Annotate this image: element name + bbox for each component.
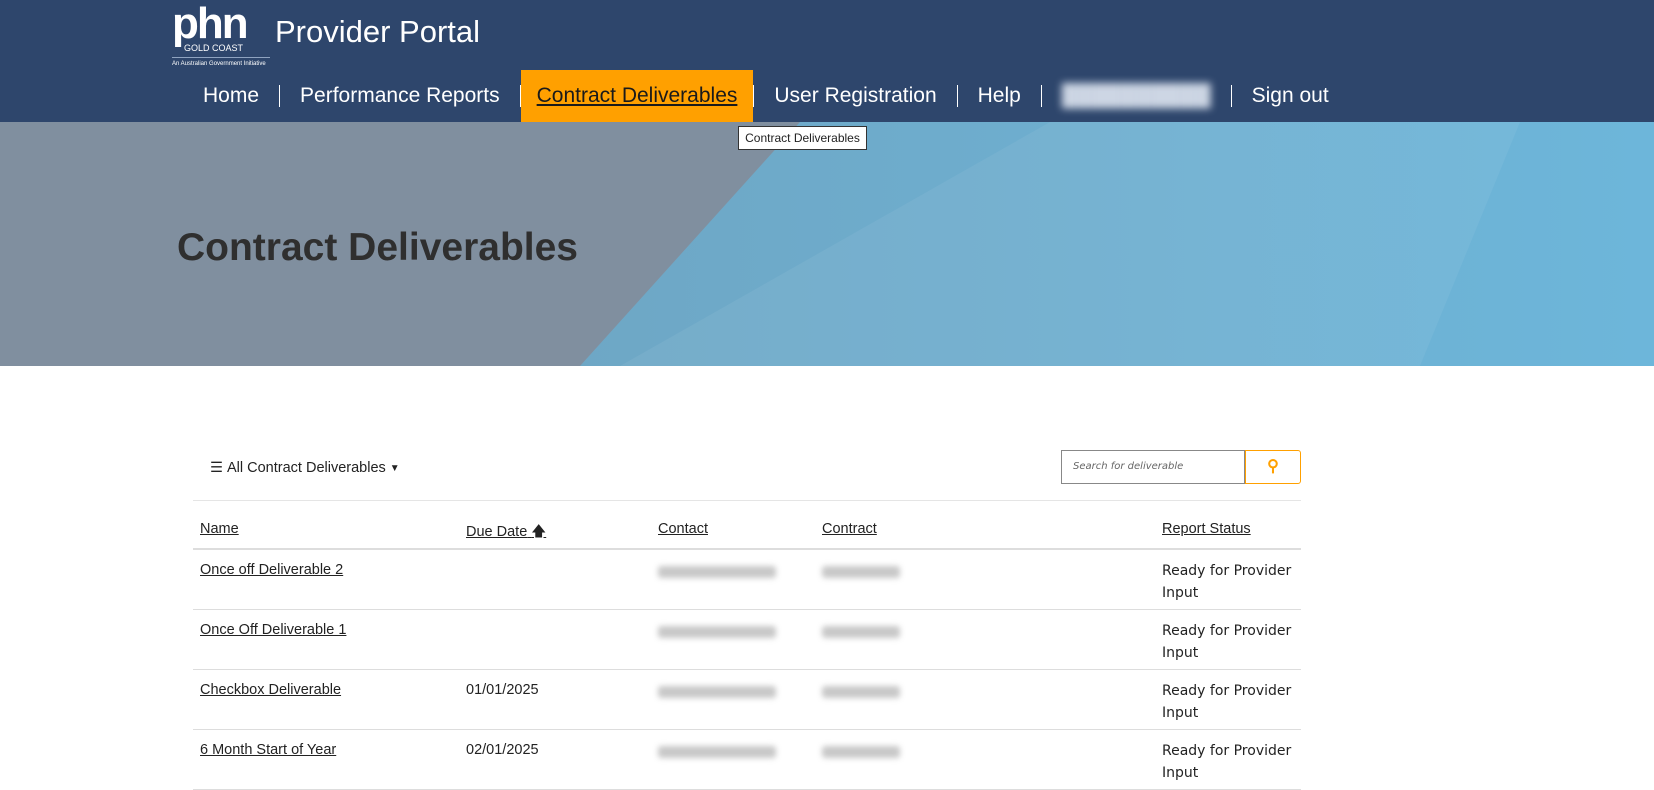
- nav-contract-deliverables[interactable]: Contract Deliverables: [520, 70, 754, 122]
- column-header-report-status[interactable]: Report Status: [1162, 521, 1251, 537]
- search-input[interactable]: Search for deliverable: [1061, 450, 1245, 484]
- phn-logo[interactable]: phn GOLD COAST An Australian Government …: [172, 0, 272, 67]
- contract-redacted: [822, 566, 900, 578]
- contact-redacted: [658, 626, 776, 638]
- due-date-label: Due Date: [466, 524, 528, 540]
- nav-home[interactable]: Home: [183, 70, 279, 122]
- logo-tagline: An Australian Government Initiative: [172, 57, 270, 67]
- caret-down-icon: ▼: [389, 462, 400, 474]
- column-header-name[interactable]: Name: [200, 521, 239, 537]
- page-title: Contract Deliverables: [177, 226, 578, 269]
- nav-help[interactable]: Help: [958, 70, 1041, 122]
- report-status: Ready for Provider Input: [1162, 563, 1292, 601]
- deliverable-name-link[interactable]: 6 Month Start of Year: [200, 742, 336, 758]
- main-nav: Home Performance Reports Contract Delive…: [183, 70, 1349, 122]
- table-row: Checkbox Deliverable 01/01/2025 Ready fo…: [193, 670, 1301, 730]
- deliverable-name-link[interactable]: Once off Deliverable 2: [200, 562, 343, 578]
- column-header-contract[interactable]: Contract: [822, 521, 877, 537]
- nav-sign-out[interactable]: Sign out: [1232, 70, 1349, 122]
- top-header: phn GOLD COAST An Australian Government …: [0, 0, 1654, 122]
- table-row: 6 Month Start of Year 02/01/2025 Ready f…: [193, 730, 1301, 790]
- sort-ascending-icon: 🡅: [531, 524, 547, 540]
- contact-redacted: [658, 686, 776, 698]
- report-status: Ready for Provider Input: [1162, 743, 1292, 781]
- column-header-contact[interactable]: Contact: [658, 521, 708, 537]
- search-button[interactable]: ⚲: [1245, 450, 1301, 484]
- filter-dropdown[interactable]: ☰ All Contract Deliverables ▼: [210, 460, 400, 476]
- report-status: Ready for Provider Input: [1162, 623, 1292, 661]
- nav-user-name-redacted[interactable]: ██████████: [1042, 70, 1231, 122]
- divider: [193, 500, 1301, 501]
- table-row: Once Off Deliverable 1 Ready for Provide…: [193, 610, 1301, 670]
- contact-redacted: [658, 566, 776, 578]
- nav-performance-reports[interactable]: Performance Reports: [280, 70, 520, 122]
- deliverable-name-link[interactable]: Once Off Deliverable 1: [200, 622, 346, 638]
- list-icon: ☰: [210, 460, 223, 476]
- contract-redacted: [822, 686, 900, 698]
- due-date: 01/01/2025: [466, 682, 539, 698]
- portal-title: Provider Portal: [275, 14, 481, 49]
- logo-sub: GOLD COAST: [184, 43, 244, 53]
- search-icon: ⚲: [1267, 458, 1279, 475]
- due-date: 02/01/2025: [466, 742, 539, 758]
- filter-label: All Contract Deliverables: [227, 460, 386, 476]
- contract-redacted: [822, 746, 900, 758]
- column-header-due-date[interactable]: Due Date 🡅: [466, 521, 546, 546]
- contact-redacted: [658, 746, 776, 758]
- report-status: Ready for Provider Input: [1162, 683, 1292, 721]
- tooltip: Contract Deliverables: [738, 126, 867, 150]
- contract-redacted: [822, 626, 900, 638]
- logo-text: phn: [172, 0, 249, 48]
- nav-user-registration[interactable]: User Registration: [754, 70, 956, 122]
- deliverable-name-link[interactable]: Checkbox Deliverable: [200, 682, 341, 698]
- table-row: Once off Deliverable 2 Ready for Provide…: [193, 550, 1301, 610]
